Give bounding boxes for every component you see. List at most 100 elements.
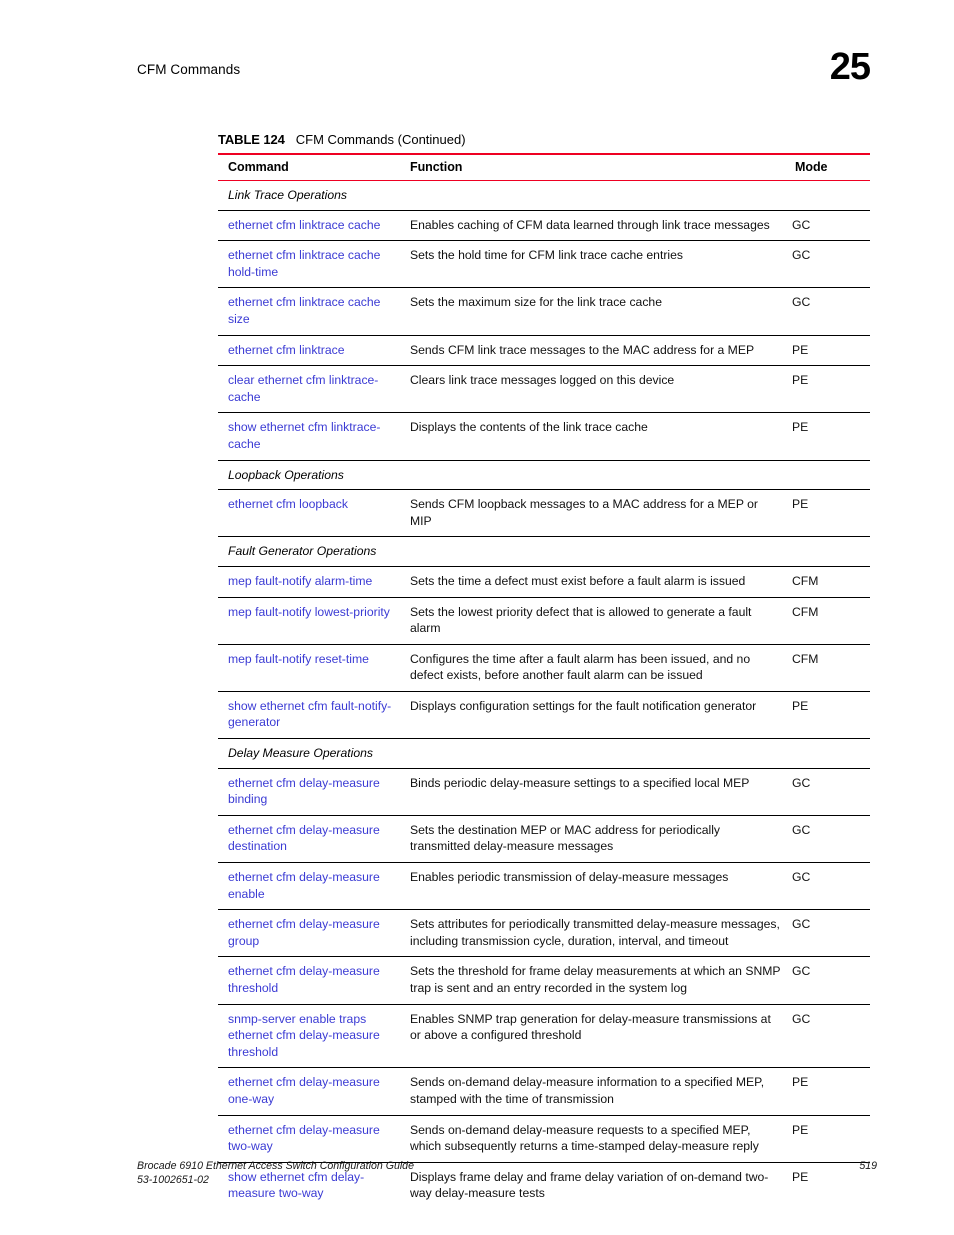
command-link[interactable]: ethernet cfm linktrace cache [218,210,400,242]
command-link[interactable]: snmp-server enable traps ethernet cfm de… [218,1004,400,1069]
command-mode: GC [785,240,870,289]
table-row: ethernet cfm loopback Sends CFM loopback … [218,489,870,538]
command-link[interactable]: ethernet cfm linktrace cache size [218,287,400,336]
command-mode: PE [785,691,870,740]
table-row: show ethernet cfm fault-notify-generator… [218,691,870,740]
footer-document-title: Brocade 6910 Ethernet Access Switch Conf… [137,1160,414,1172]
table-caption: TABLE 124 CFM Commands (Continued) [218,132,870,153]
command-mode: GC [785,1004,870,1069]
table-row: ethernet cfm delay-measure group Sets att… [218,909,870,958]
table-row: ethernet cfm delay-measure destination Se… [218,815,870,864]
command-mode: PE [785,365,870,414]
command-mode: GC [785,909,870,958]
table-body: Link Trace Operations ethernet cfm linktr… [218,180,870,1209]
table-row: ethernet cfm delay-measure one-way Sends … [218,1067,870,1116]
table-row: ethernet cfm linktrace cache hold-time Se… [218,240,870,289]
table-row: ethernet cfm linktrace cache size Sets th… [218,287,870,336]
table-section-label: Loopback Operations [218,460,870,491]
table-row: snmp-server enable traps ethernet cfm de… [218,1004,870,1069]
command-link[interactable]: ethernet cfm delay-measure binding [218,768,400,816]
table-row: ethernet cfm linktrace Sends CFM link tra… [218,335,870,367]
command-link[interactable]: ethernet cfm delay-measure two-way [218,1115,400,1163]
command-function-description: Sets the destination MEP or MAC address … [400,815,785,864]
command-mode: GC [785,862,870,911]
command-mode: GC [785,956,870,1005]
command-function-description: Sets the lowest priority defect that is … [400,597,785,645]
command-function-description: Enables SNMP trap generation for delay-m… [400,1004,785,1069]
command-mode: GC [785,210,870,242]
command-link[interactable]: clear ethernet cfm linktrace-cache [218,365,400,414]
table-caption-label: TABLE 124 [218,132,285,147]
command-function-description: Sets the threshold for frame delay measu… [400,956,785,1005]
command-function-description: Sends CFM loopback messages to a MAC add… [400,489,785,538]
column-header-function: Function [400,153,785,181]
command-link[interactable]: mep fault-notify lowest-priority [218,597,400,645]
command-function-description: Sends CFM link trace messages to the MAC… [400,335,785,367]
command-function-description: Sets the hold time for CFM link trace ca… [400,240,785,289]
command-link[interactable]: mep fault-notify alarm-time [218,566,400,598]
table-row: ethernet cfm delay-measure binding Binds … [218,768,870,816]
table-row: clear ethernet cfm linktrace-cache Clears… [218,365,870,414]
chapter-number: 25 [829,46,871,88]
table-section-row: Delay Measure Operations [218,738,870,769]
running-head: CFM Commands [137,62,241,77]
command-link[interactable]: ethernet cfm delay-measure threshold [218,956,400,1005]
command-link[interactable]: show ethernet cfm linktrace-cache [218,412,400,461]
table-section-label: Delay Measure Operations [218,738,870,769]
command-mode: PE [785,412,870,461]
command-mode: CFM [785,566,870,598]
command-mode: GC [785,768,870,816]
column-header-command: Command [218,153,400,181]
column-header-mode: Mode [785,153,870,181]
table-section-label: Fault Generator Operations [218,536,870,567]
cfm-commands-table-block: TABLE 124 CFM Commands (Continued) Comman… [218,132,870,1209]
command-link[interactable]: ethernet cfm delay-measure group [218,909,400,958]
table-row: ethernet cfm delay-measure enable Enables… [218,862,870,911]
command-function-description: Sends on-demand delay-measure requests t… [400,1115,785,1163]
command-function-description: Configures the time after a fault alarm … [400,644,785,692]
command-mode: GC [785,815,870,864]
table-section-label: Link Trace Operations [218,180,870,211]
table-row: mep fault-notify alarm-time Sets the time… [218,566,870,598]
command-link[interactable]: mep fault-notify reset-time [218,644,400,692]
table-section-row: Link Trace Operations [218,180,870,211]
command-mode: GC [785,287,870,336]
command-function-description: Sets attributes for periodically transmi… [400,909,785,958]
command-link[interactable]: ethernet cfm delay-measure destination [218,815,400,864]
command-mode: PE [785,1067,870,1116]
table-row: ethernet cfm delay-measure two-way Sends … [218,1115,870,1163]
command-mode: CFM [785,597,870,645]
table-row: mep fault-notify reset-time Configures th… [218,644,870,692]
table-row: ethernet cfm delay-measure threshold Sets… [218,956,870,1005]
footer-page-number: 519 [859,1160,877,1172]
command-link[interactable]: ethernet cfm linktrace cache hold-time [218,240,400,289]
command-function-description: Displays the contents of the link trace … [400,412,785,461]
command-mode: CFM [785,644,870,692]
command-mode: PE [785,489,870,538]
command-function-description: Clears link trace messages logged on thi… [400,365,785,414]
command-link[interactable]: ethernet cfm loopback [218,489,400,538]
table-caption-text: CFM Commands (Continued) [295,132,466,147]
command-function-description: Enables caching of CFM data learned thro… [400,210,785,242]
document-page: CFM Commands 25 TABLE 124 CFM Commands (C… [0,0,954,1235]
command-link[interactable]: show ethernet cfm fault-notify-generator [218,691,400,740]
table-section-row: Loopback Operations [218,460,870,491]
command-link[interactable]: ethernet cfm delay-measure one-way [218,1067,400,1116]
table-header: Command Function Mode [218,153,870,181]
command-function-description: Binds periodic delay-measure settings to… [400,768,785,816]
table-row: ethernet cfm linktrace cache Enables cach… [218,210,870,242]
command-link[interactable]: ethernet cfm linktrace [218,335,400,367]
footer-document-part-number: 53-1002651-02 [137,1173,209,1186]
page-footer: Brocade 6910 Ethernet Access Switch Conf… [137,1160,877,1187]
command-function-description: Sets the time a defect must exist before… [400,566,785,598]
table-row: mep fault-notify lowest-priority Sets the… [218,597,870,645]
table-section-row: Fault Generator Operations [218,536,870,567]
table-header-row: Command Function Mode [218,153,870,181]
command-function-description: Enables periodic transmission of delay-m… [400,862,785,911]
command-mode: PE [785,1115,870,1163]
command-link[interactable]: ethernet cfm delay-measure enable [218,862,400,911]
command-mode: PE [785,335,870,367]
table-row: show ethernet cfm linktrace-cache Display… [218,412,870,461]
cfm-commands-table: Command Function Mode Link Trace Operati… [218,153,870,1209]
command-function-description: Sends on-demand delay-measure informatio… [400,1067,785,1116]
